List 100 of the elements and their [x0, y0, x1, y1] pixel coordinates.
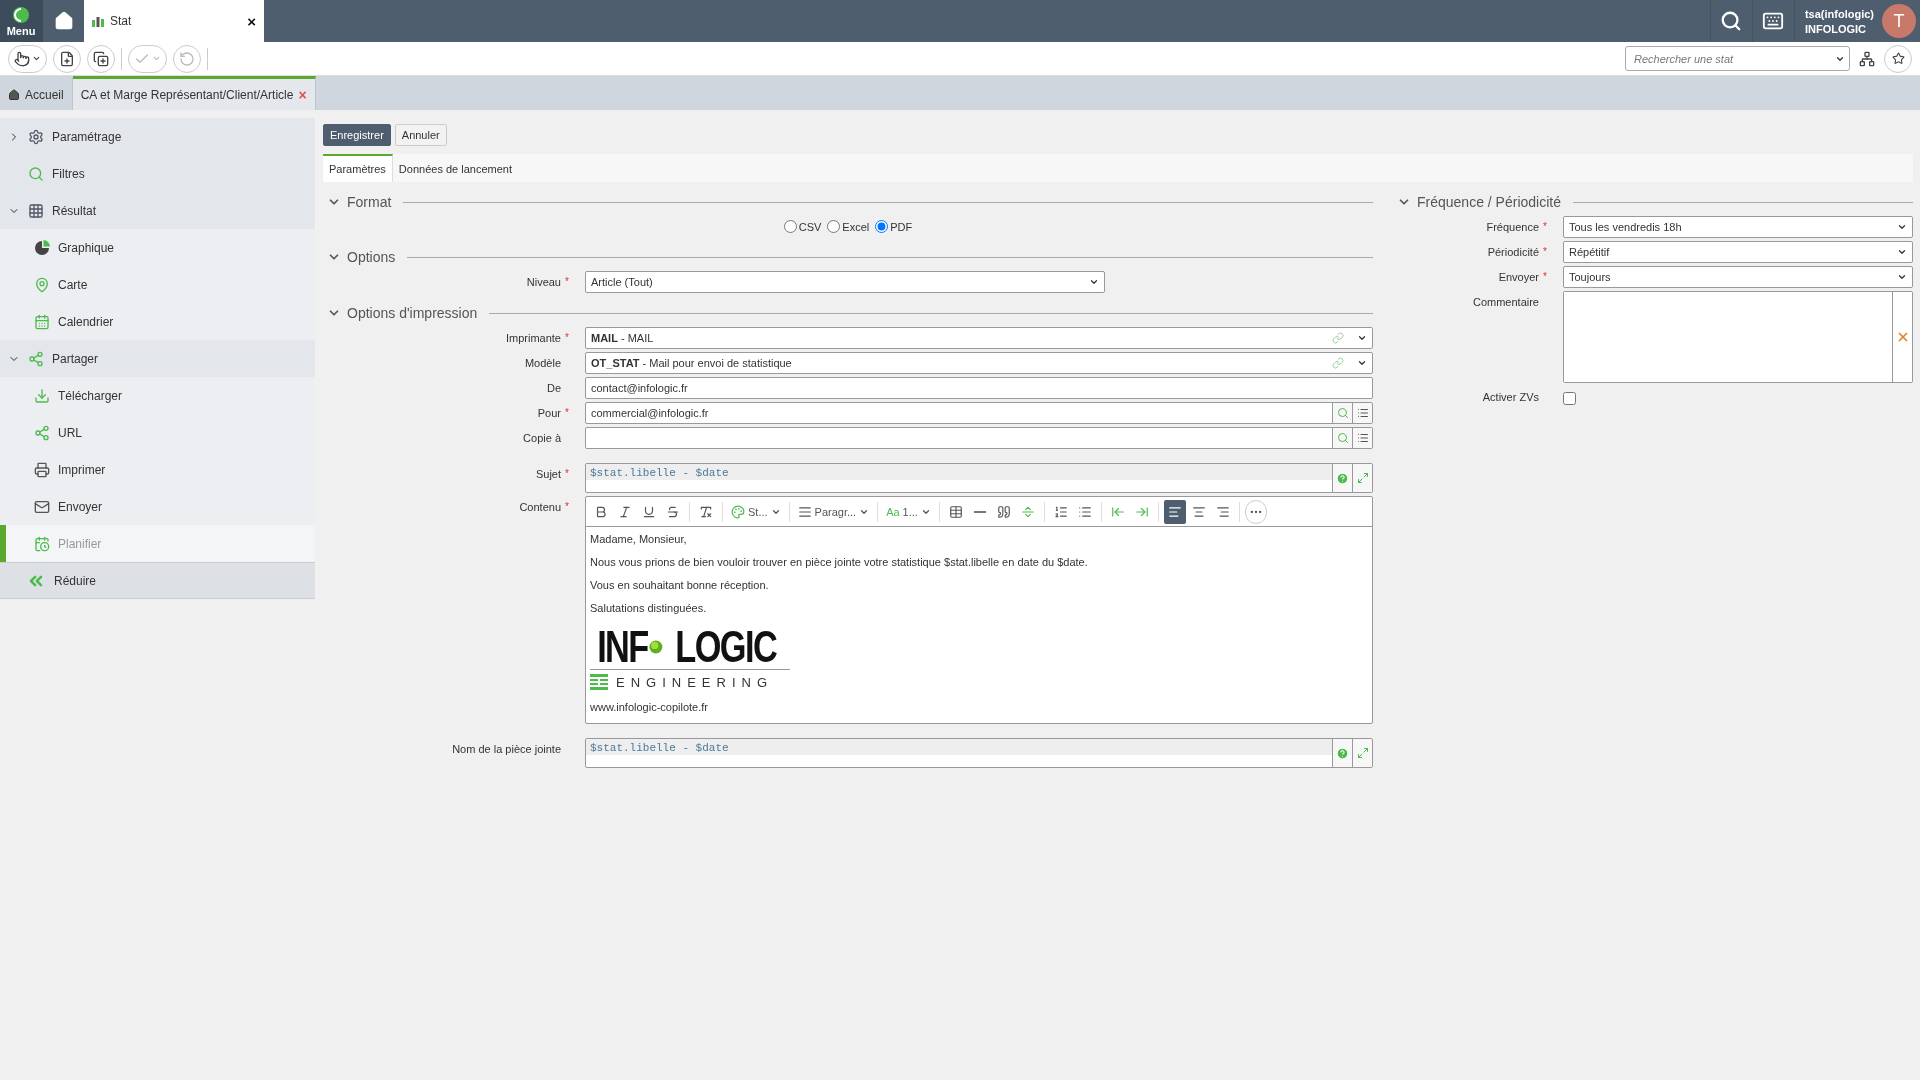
expand-button[interactable]	[1352, 739, 1372, 767]
field-label: Modèle	[524, 357, 561, 369]
select-field[interactable]: Toujours	[1563, 266, 1913, 288]
calendar-icon	[34, 313, 50, 330]
select-field[interactable]: Tous les vendredis 18h	[1563, 216, 1913, 238]
sidebar-item[interactable]: Filtres	[0, 155, 315, 192]
align-center-icon	[1191, 504, 1206, 519]
menu-button[interactable]: Menu	[0, 0, 42, 42]
editor-paragraph: Madame, Monsieur,	[590, 533, 688, 545]
input-field[interactable]	[585, 427, 1373, 449]
hierarchy-icon	[1859, 50, 1875, 67]
help-icon	[1336, 746, 1349, 760]
keyboard-icon	[1762, 10, 1785, 32]
new-button[interactable]	[53, 44, 81, 73]
share-icon	[34, 424, 50, 441]
select-field[interactable]: Répétitif	[1563, 241, 1913, 263]
sidebar-item[interactable]: Partager	[0, 340, 315, 377]
link-icon	[1332, 332, 1344, 344]
radio-option[interactable]: PDF	[875, 220, 913, 233]
checkbox[interactable]	[1563, 392, 1576, 405]
clear-button[interactable]	[1892, 292, 1912, 382]
required-mark: *	[564, 501, 570, 512]
search-icon	[1336, 432, 1349, 444]
field-label: Activer ZVs	[1482, 391, 1539, 403]
table-icon	[28, 202, 44, 219]
sidebar-item[interactable]: Envoyer	[0, 488, 315, 525]
list-button[interactable]	[1352, 403, 1372, 423]
radio-button[interactable]	[783, 220, 797, 233]
input-field[interactable]: contact@infologic.fr	[585, 377, 1373, 399]
undo-icon	[179, 50, 195, 67]
map-pin-icon	[34, 276, 50, 293]
field-label: Commentaire	[1472, 296, 1539, 308]
field-label: Nom de la pièce jointe	[452, 743, 561, 755]
quote-icon	[996, 504, 1011, 519]
field-label: Imprimante	[505, 332, 561, 344]
section-title: Fréquence / Périodicité	[1417, 194, 1561, 210]
field-label: Contenu	[519, 501, 561, 513]
new-file-icon	[59, 50, 75, 67]
save-button[interactable]: Enregistrer	[323, 124, 391, 146]
input-field[interactable]: commercial@infologic.fr	[585, 402, 1373, 424]
field-label: De	[546, 382, 561, 394]
search-field[interactable]: Rechercher une stat	[1625, 46, 1850, 71]
sidebar-item[interactable]: Télécharger	[0, 377, 315, 414]
template-field[interactable]: $stat.libelle - $date	[585, 463, 1373, 493]
style-dropdown[interactable]: St...	[728, 499, 784, 524]
radio-option[interactable]: CSV	[783, 220, 822, 233]
required-mark: *	[564, 407, 570, 418]
field-label: Niveau	[526, 276, 561, 288]
pie-chart-icon	[34, 239, 50, 256]
editor-paragraph: Salutations distinguées.	[590, 602, 708, 614]
sidebar-item[interactable]: Imprimer	[0, 451, 315, 488]
page-break-icon	[1020, 504, 1035, 519]
pointer-button[interactable]	[8, 44, 47, 73]
template-field[interactable]: $stat.libelle - $date	[585, 738, 1373, 768]
select-field[interactable]: OT_STAT - Mail pour envoi de statistique	[585, 352, 1373, 374]
align-right-icon	[1215, 504, 1230, 519]
select-field[interactable]: MAIL - MAIL	[585, 327, 1373, 349]
sidebar-item[interactable]: Résultat	[0, 192, 315, 229]
list-button[interactable]	[1352, 428, 1372, 448]
company-logo: INF LOGIC ENGINEERING	[590, 625, 790, 690]
favorite-button[interactable]	[1884, 44, 1912, 73]
sidebar-item[interactable]: Calendrier	[0, 303, 315, 340]
user-name: tsa(infologic)	[1804, 7, 1874, 20]
collapse-button[interactable]: Réduire	[0, 562, 315, 599]
radio-option[interactable]: Excel	[827, 220, 870, 233]
cancel-button[interactable]: Annuler	[394, 124, 447, 146]
font-size-dropdown[interactable]: Aa 1...	[883, 499, 934, 524]
document-tab[interactable]: CA et Marge Représentant/Client/Article ×	[72, 76, 316, 110]
mail-icon	[34, 498, 50, 515]
expand-icon	[1356, 472, 1369, 484]
caret-icon	[1357, 358, 1367, 368]
help-button[interactable]	[1332, 739, 1352, 767]
sidebar-item[interactable]: Paramétrage	[0, 118, 315, 155]
expand-icon	[1356, 747, 1369, 759]
select-field[interactable]: Article (Tout)	[585, 271, 1106, 293]
caret-icon	[1897, 247, 1907, 257]
italic-icon	[618, 504, 632, 519]
caret-icon	[1897, 272, 1907, 282]
radio-button[interactable]	[827, 220, 841, 233]
section-title: Options d'impression	[347, 305, 478, 321]
copy-button[interactable]	[87, 44, 115, 73]
sidebar-item[interactable]: Carte	[0, 266, 315, 303]
search-icon	[1336, 407, 1349, 419]
help-button[interactable]	[1332, 464, 1352, 492]
required-mark: *	[564, 468, 570, 479]
sidebar-item[interactable]: URL	[0, 414, 315, 451]
align-left-button[interactable]	[1163, 499, 1186, 524]
app-tab[interactable]: Stat ×	[84, 0, 264, 42]
required-mark: *	[1542, 246, 1548, 257]
radio-button[interactable]	[875, 220, 889, 233]
sidebar-item[interactable]: Graphique	[0, 229, 315, 266]
paragraph-dropdown[interactable]: Paragr...	[794, 499, 873, 524]
calendar-clock-icon	[34, 535, 50, 552]
rich-text-editor[interactable]	[585, 496, 1373, 724]
form-tab[interactable]: Données de lancement	[392, 154, 519, 182]
copy-icon	[93, 50, 109, 67]
expand-button[interactable]	[1352, 464, 1372, 492]
close-button[interactable]: ×	[247, 12, 256, 30]
form-tab[interactable]: Paramètres	[323, 154, 393, 182]
caret-icon	[1897, 222, 1907, 232]
